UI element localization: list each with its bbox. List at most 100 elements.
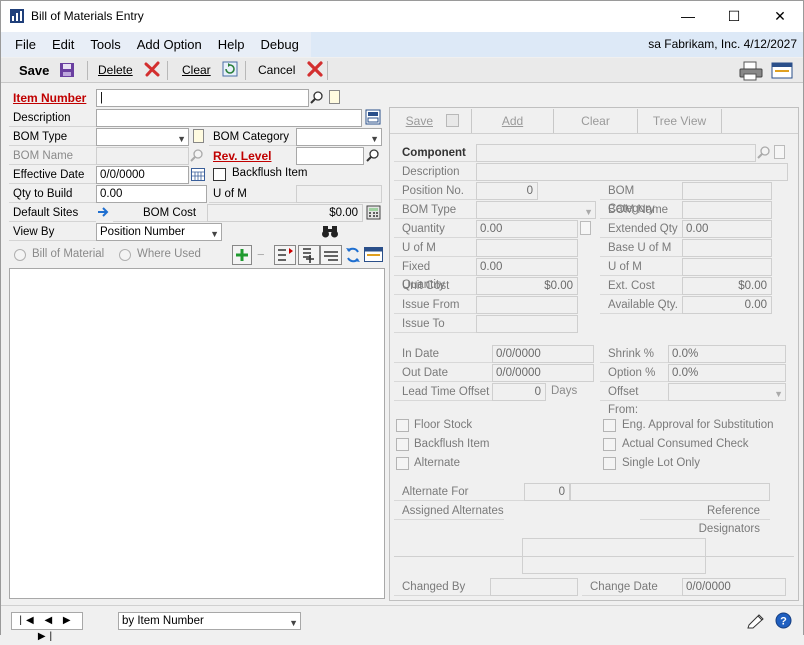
lookup-magnifier-icon xyxy=(190,149,203,162)
expand-all-icon[interactable] xyxy=(274,245,296,265)
u-of-m-input xyxy=(296,185,382,203)
issue-to-label: Issue To xyxy=(394,315,476,333)
in-date-label: In Date xyxy=(394,345,492,363)
component-detail-panel: Save Add Clear Tree View Component Descr… xyxy=(389,107,799,601)
delete-button[interactable]: Delete xyxy=(98,58,160,83)
item-number-input[interactable]: | xyxy=(96,89,309,107)
panel-bom-name-label: BOM Name xyxy=(600,201,682,219)
extended-qty-input: 0.00 xyxy=(682,220,772,238)
calendar-icon[interactable] xyxy=(191,168,205,181)
panel-tree-view-button[interactable]: Tree View xyxy=(638,109,722,133)
panel-clear-button[interactable]: Clear xyxy=(554,109,638,133)
binoculars-icon[interactable] xyxy=(321,224,339,239)
floor-stock-checkbox xyxy=(396,419,409,432)
panel-uofm2-input xyxy=(682,258,772,276)
note-icon[interactable] xyxy=(193,129,204,143)
window-title: Bill of Materials Entry xyxy=(31,9,144,23)
note-pencil-icon[interactable] xyxy=(747,613,765,629)
option-input: 0.0% xyxy=(668,364,786,382)
expand-description-icon[interactable] xyxy=(365,109,381,125)
calculator-icon[interactable] xyxy=(366,205,381,220)
backflush-item-checkbox[interactable] xyxy=(213,168,226,181)
menu-debug[interactable]: Debug xyxy=(253,32,307,57)
minimize-button[interactable]: — xyxy=(665,1,711,32)
bom-cost-label: BOM Cost xyxy=(113,204,207,222)
days-label: Days xyxy=(551,385,578,397)
menu-help[interactable]: Help xyxy=(210,32,253,57)
delete-label: Delete xyxy=(98,63,133,77)
record-navigation[interactable]: |◀ ◀ ▶ ▶| xyxy=(11,612,83,642)
panel-uofm-input xyxy=(476,239,578,257)
panel-bom-type-label: BOM Type xyxy=(394,201,476,219)
offset-from-label: Offset From: xyxy=(600,383,670,416)
floor-stock-label: Floor Stock xyxy=(414,419,473,431)
remove-node-icon[interactable]: − xyxy=(257,247,265,262)
save-button[interactable]: Save xyxy=(19,58,75,83)
where-used-radio[interactable] xyxy=(119,249,131,261)
changed-by-label: Changed By xyxy=(394,578,490,596)
add-node-icon[interactable] xyxy=(232,245,252,265)
title-bar: Bill of Materials Entry — ☐ ✕ xyxy=(1,1,803,32)
menu-edit[interactable]: Edit xyxy=(44,32,82,57)
view-by-select[interactable]: Position Number ▼ xyxy=(96,223,222,241)
panel-bom-category-label: BOM Category xyxy=(600,182,682,215)
menu-file[interactable]: File xyxy=(1,32,44,57)
bom-type-select[interactable]: ▼ xyxy=(96,128,189,146)
screen-layout-icon[interactable] xyxy=(771,62,793,79)
chevron-down-icon: ▼ xyxy=(370,134,379,144)
rev-level-label[interactable]: Rev. Level xyxy=(209,147,296,165)
sort-by-select[interactable]: by Item Number ▼ xyxy=(118,612,301,630)
fixed-quantity-label: Fixed Quantity xyxy=(394,258,476,291)
quantity-label: Quantity xyxy=(394,220,476,238)
issue-from-label: Issue From xyxy=(394,296,476,314)
lookup-magnifier-icon[interactable] xyxy=(310,90,324,104)
offset-from-select: ▼ xyxy=(668,383,786,401)
rev-level-input[interactable] xyxy=(296,147,364,165)
bill-of-material-radio[interactable] xyxy=(14,249,26,261)
bill-of-material-label: Bill of Material xyxy=(32,248,105,260)
cancel-button[interactable]: Cancel xyxy=(258,58,323,83)
panel-backflush-label: Backflush Item xyxy=(414,438,490,450)
screen-option-icon[interactable] xyxy=(364,247,383,262)
alternate-checkbox xyxy=(396,457,409,470)
arrow-right-icon[interactable] xyxy=(97,206,110,218)
bom-category-select[interactable]: ▼ xyxy=(296,128,382,146)
toolbar-separator xyxy=(245,61,246,80)
printer-icon[interactable] xyxy=(739,61,763,81)
eng-approval-checkbox xyxy=(603,419,616,432)
effective-date-input[interactable]: 0/0/0000 xyxy=(96,166,189,184)
option-label: Option % xyxy=(600,364,670,382)
view-by-label: View By xyxy=(9,223,96,241)
description-input[interactable] xyxy=(96,109,362,127)
help-icon[interactable]: ? xyxy=(775,612,792,629)
chevron-down-icon: ▼ xyxy=(584,207,593,217)
ext-cost-label: Ext. Cost xyxy=(600,277,682,295)
collapse-all-icon[interactable] xyxy=(320,245,342,265)
bom-tree-view[interactable] xyxy=(9,268,385,599)
lookup-magnifier-icon[interactable] xyxy=(366,148,380,162)
in-date-input: 0/0/0000 xyxy=(492,345,594,363)
close-window-button[interactable]: ✕ xyxy=(757,1,803,32)
clear-button[interactable]: Clear xyxy=(182,58,238,83)
component-input xyxy=(476,144,756,162)
insert-node-icon[interactable] xyxy=(298,245,320,265)
eng-approval-label: Eng. Approval for Substitution xyxy=(622,419,774,431)
panel-add-button[interactable]: Add xyxy=(472,109,554,133)
menu-tools[interactable]: Tools xyxy=(82,32,128,57)
qty-to-build-input[interactable]: 0.00 xyxy=(96,185,207,203)
menu-add-option[interactable]: Add Option xyxy=(129,32,210,57)
app-icon xyxy=(10,9,24,23)
single-lot-label: Single Lot Only xyxy=(622,457,700,469)
maximize-button[interactable]: ☐ xyxy=(711,1,757,32)
issue-from-input xyxy=(476,296,578,314)
note-icon[interactable] xyxy=(329,90,340,104)
change-date-input: 0/0/0000 xyxy=(682,578,786,596)
toolbar: Save Delete Clear Cancel xyxy=(1,58,803,83)
panel-save-button[interactable]: Save xyxy=(394,109,472,133)
refresh-tree-icon[interactable] xyxy=(345,246,361,264)
bom-type-label: BOM Type xyxy=(9,128,96,146)
shrink-input: 0.0% xyxy=(668,345,786,363)
svg-text:?: ? xyxy=(780,616,787,628)
quantity-input: 0.00 xyxy=(476,220,578,238)
item-number-label[interactable]: Item Number xyxy=(9,89,96,107)
